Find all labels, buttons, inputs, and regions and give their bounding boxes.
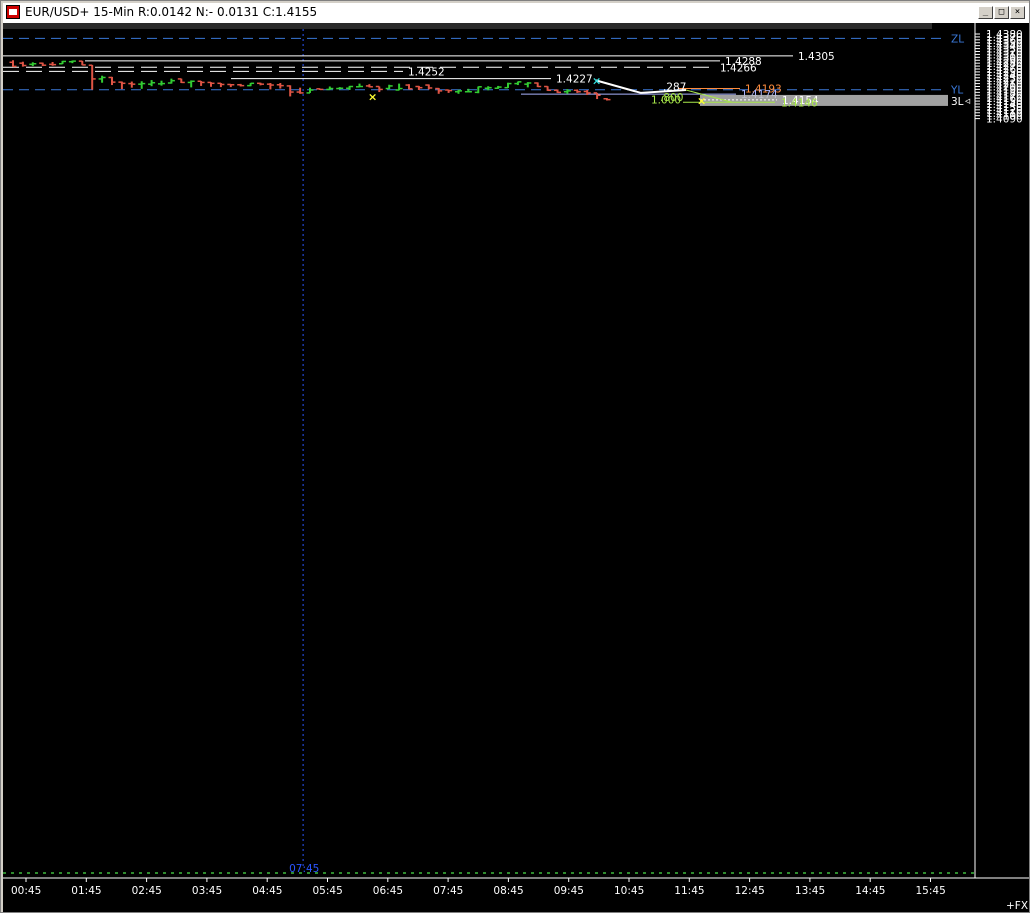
time-tick-label: 14:45 [855, 885, 885, 897]
chart-svg[interactable]: 07:451.43801.43701.43601.43501.43401.433… [3, 23, 1029, 912]
time-tick-label: 00:45 [11, 885, 41, 897]
current-price-label: 3L [951, 96, 964, 108]
time-tick-label: 09:45 [554, 885, 584, 897]
maximize-button[interactable]: □ [994, 6, 1009, 19]
crosshair-time-label: 07:45 [289, 863, 319, 875]
time-tick-label: 06:45 [373, 885, 403, 897]
level-label-1.4252: 1.4252 [408, 66, 445, 78]
time-tick-label: 11:45 [674, 885, 704, 897]
price-tick-label: 1.4090 [986, 114, 1023, 126]
time-tick-label: 10:45 [614, 885, 644, 897]
time-tick-label: 07:45 [433, 885, 463, 897]
time-tick-label: 04:45 [252, 885, 282, 897]
pivot-marker-low: × [697, 95, 706, 108]
axis-corner-label: +FX [1006, 900, 1028, 912]
price-chart-area[interactable]: 07:45 1.4380 1.4370 1.4360 1.4350 1.4340 1.433… [3, 23, 1029, 912]
minimize-button[interactable]: _ [978, 6, 993, 19]
pivot-marker-low: × [368, 90, 377, 103]
level-label-1.4227: 1.4227 [556, 74, 593, 86]
level-label-1.4146: 1.4146 [781, 97, 818, 109]
close-button[interactable]: × [1010, 6, 1025, 19]
fib-label: 1.000 [651, 94, 681, 106]
time-tick-label: 15:45 [916, 885, 946, 897]
zone-label-yl: YL [950, 85, 963, 97]
level-label-1.4305: 1.4305 [798, 51, 835, 63]
time-tick-label: 13:45 [795, 885, 825, 897]
chart-window: EUR/USD+ 15-Min R:0.0142 N:- 0.0131 C:1.… [0, 0, 1030, 913]
title-bar[interactable]: EUR/USD+ 15-Min R:0.0142 N:- 0.0131 C:1.… [3, 3, 1029, 23]
time-tick-label: 03:45 [192, 885, 222, 897]
time-tick-label: 08:45 [493, 885, 523, 897]
zone-label-zl: ZL [951, 33, 964, 45]
pivot-marker-high: × [592, 74, 601, 87]
time-tick-label: 05:45 [313, 885, 343, 897]
time-tick-label: 01:45 [71, 885, 101, 897]
current-price-arrow: ◃ [964, 95, 971, 107]
time-tick-label: 02:45 [132, 885, 162, 897]
top-strip [3, 23, 932, 29]
time-tick-label: 12:45 [735, 885, 765, 897]
chart-app-icon[interactable] [6, 5, 20, 19]
level-label-1.4266: 1.4266 [720, 62, 757, 74]
window-title: EUR/USD+ 15-Min R:0.0142 N:- 0.0131 C:1.… [25, 5, 318, 19]
